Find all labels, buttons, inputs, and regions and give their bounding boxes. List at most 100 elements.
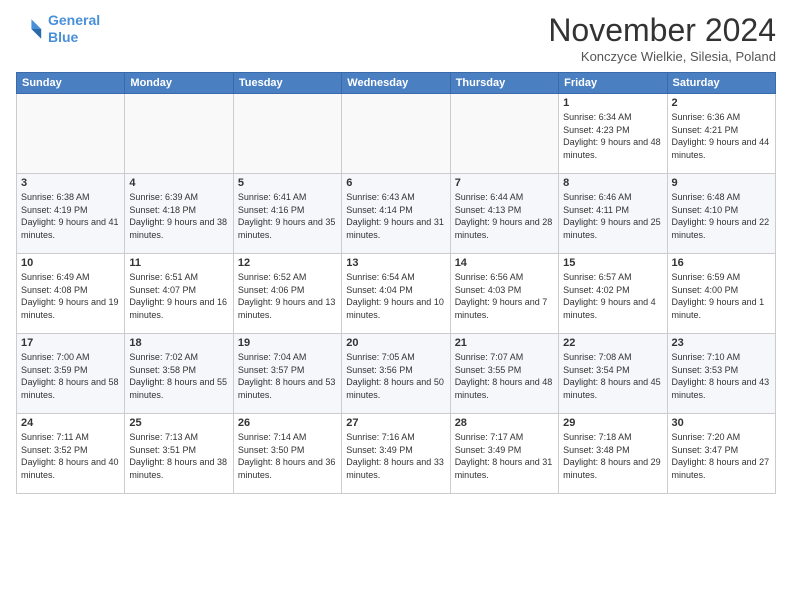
calendar-day-11: 11 Sunrise: 6:51 AM Sunset: 4:07 PM Dayli…	[125, 254, 233, 334]
day-number: 27	[346, 417, 445, 429]
day-info: Sunrise: 6:41 AM Sunset: 4:16 PM Dayligh…	[238, 191, 337, 241]
day-info: Sunrise: 6:34 AM Sunset: 4:23 PM Dayligh…	[563, 111, 662, 161]
calendar-header-thursday: Thursday	[450, 73, 558, 94]
calendar-day-29: 29Sunrise: 7:18 AM Sunset: 3:48 PM Dayli…	[559, 414, 667, 494]
day-info: Sunrise: 6:54 AM Sunset: 4:04 PM Dayligh…	[346, 271, 445, 321]
day-number: 5	[238, 177, 337, 189]
logo-text: General Blue	[48, 12, 100, 46]
day-number: 2	[672, 97, 771, 109]
calendar-day-15: 15 Sunrise: 6:57 AM Sunset: 4:02 PM Dayli…	[559, 254, 667, 334]
calendar-day-13: 13Sunrise: 6:54 AM Sunset: 4:04 PM Dayli…	[342, 254, 450, 334]
location: Konczyce Wielkie, Silesia, Poland	[548, 49, 776, 64]
calendar-day-28: 28 Sunrise: 7:17 AM Sunset: 3:49 PM Dayli…	[450, 414, 558, 494]
calendar-day-17: 17 Sunrise: 7:00 AM Sunset: 3:59 PM Dayli…	[17, 334, 125, 414]
calendar-day-7: 7 Sunrise: 6:44 AM Sunset: 4:13 PM Daylig…	[450, 174, 558, 254]
day-number: 29	[563, 417, 662, 429]
day-number: 24	[21, 417, 120, 429]
calendar-day-24: 24Sunrise: 7:11 AM Sunset: 3:52 PM Dayli…	[17, 414, 125, 494]
day-info: Sunrise: 6:49 AM Sunset: 4:08 PM Dayligh…	[21, 271, 120, 321]
calendar-day-4: 4Sunrise: 6:39 AM Sunset: 4:18 PM Daylig…	[125, 174, 233, 254]
day-number: 3	[21, 177, 120, 189]
day-number: 6	[346, 177, 445, 189]
calendar-day-18: 18Sunrise: 7:02 AM Sunset: 3:58 PM Dayli…	[125, 334, 233, 414]
calendar-day-empty-1	[125, 94, 233, 174]
calendar-day-21: 21 Sunrise: 7:07 AM Sunset: 3:55 PM Dayli…	[450, 334, 558, 414]
logo-line2: Blue	[48, 29, 78, 45]
calendar-week-2: 10Sunrise: 6:49 AM Sunset: 4:08 PM Dayli…	[17, 254, 776, 334]
calendar-week-4: 24Sunrise: 7:11 AM Sunset: 3:52 PM Dayli…	[17, 414, 776, 494]
day-info: Sunrise: 6:46 AM Sunset: 4:11 PM Dayligh…	[563, 191, 662, 241]
day-info: Sunrise: 7:10 AM Sunset: 3:53 PM Dayligh…	[672, 351, 771, 401]
calendar-day-3: 3Sunrise: 6:38 AM Sunset: 4:19 PM Daylig…	[17, 174, 125, 254]
day-info: Sunrise: 7:13 AM Sunset: 3:51 PM Dayligh…	[129, 431, 228, 481]
calendar: SundayMondayTuesdayWednesdayThursdayFrid…	[16, 72, 776, 494]
calendar-day-empty-3	[342, 94, 450, 174]
day-number: 21	[455, 337, 554, 349]
day-info: Sunrise: 7:17 AM Sunset: 3:49 PM Dayligh…	[455, 431, 554, 481]
calendar-day-16: 16 Sunrise: 6:59 AM Sunset: 4:00 PM Dayli…	[667, 254, 775, 334]
page: General Blue November 2024 Konczyce Wiel…	[0, 0, 792, 612]
day-info: Sunrise: 6:56 AM Sunset: 4:03 PM Dayligh…	[455, 271, 554, 321]
logo-icon	[16, 15, 44, 43]
day-number: 25	[129, 417, 228, 429]
calendar-day-empty-2	[233, 94, 341, 174]
calendar-header-friday: Friday	[559, 73, 667, 94]
day-info: Sunrise: 6:36 AM Sunset: 4:21 PM Dayligh…	[672, 111, 771, 161]
day-number: 19	[238, 337, 337, 349]
day-info: Sunrise: 7:14 AM Sunset: 3:50 PM Dayligh…	[238, 431, 337, 481]
day-info: Sunrise: 6:51 AM Sunset: 4:07 PM Dayligh…	[129, 271, 228, 321]
day-info: Sunrise: 6:57 AM Sunset: 4:02 PM Dayligh…	[563, 271, 662, 321]
logo-line1: General	[48, 12, 100, 28]
day-number: 8	[563, 177, 662, 189]
day-info: Sunrise: 7:04 AM Sunset: 3:57 PM Dayligh…	[238, 351, 337, 401]
calendar-header-saturday: Saturday	[667, 73, 775, 94]
day-info: Sunrise: 7:07 AM Sunset: 3:55 PM Dayligh…	[455, 351, 554, 401]
calendar-day-23: 23 Sunrise: 7:10 AM Sunset: 3:53 PM Dayli…	[667, 334, 775, 414]
calendar-day-9: 9 Sunrise: 6:48 AM Sunset: 4:10 PM Daylig…	[667, 174, 775, 254]
calendar-day-6: 6 Sunrise: 6:43 AM Sunset: 4:14 PM Daylig…	[342, 174, 450, 254]
calendar-day-26: 26Sunrise: 7:14 AM Sunset: 3:50 PM Dayli…	[233, 414, 341, 494]
calendar-day-27: 27Sunrise: 7:16 AM Sunset: 3:49 PM Dayli…	[342, 414, 450, 494]
day-info: Sunrise: 6:44 AM Sunset: 4:13 PM Dayligh…	[455, 191, 554, 241]
day-number: 30	[672, 417, 771, 429]
day-number: 4	[129, 177, 228, 189]
logo: General Blue	[16, 12, 100, 46]
title-block: November 2024 Konczyce Wielkie, Silesia,…	[548, 12, 776, 64]
calendar-header-sunday: Sunday	[17, 73, 125, 94]
calendar-day-20: 20Sunrise: 7:05 AM Sunset: 3:56 PM Dayli…	[342, 334, 450, 414]
day-number: 20	[346, 337, 445, 349]
day-number: 15	[563, 257, 662, 269]
calendar-day-25: 25 Sunrise: 7:13 AM Sunset: 3:51 PM Dayli…	[125, 414, 233, 494]
day-number: 7	[455, 177, 554, 189]
calendar-week-0: 1 Sunrise: 6:34 AM Sunset: 4:23 PM Daylig…	[17, 94, 776, 174]
header: General Blue November 2024 Konczyce Wiel…	[16, 12, 776, 64]
day-number: 11	[129, 257, 228, 269]
calendar-day-empty-4	[450, 94, 558, 174]
calendar-day-14: 14 Sunrise: 6:56 AM Sunset: 4:03 PM Dayli…	[450, 254, 558, 334]
day-number: 23	[672, 337, 771, 349]
day-number: 12	[238, 257, 337, 269]
calendar-header-monday: Monday	[125, 73, 233, 94]
day-number: 16	[672, 257, 771, 269]
day-number: 1	[563, 97, 662, 109]
day-number: 9	[672, 177, 771, 189]
day-info: Sunrise: 6:48 AM Sunset: 4:10 PM Dayligh…	[672, 191, 771, 241]
day-number: 17	[21, 337, 120, 349]
month-title: November 2024	[548, 12, 776, 49]
day-number: 14	[455, 257, 554, 269]
calendar-header-tuesday: Tuesday	[233, 73, 341, 94]
calendar-day-empty-0	[17, 94, 125, 174]
day-info: Sunrise: 6:52 AM Sunset: 4:06 PM Dayligh…	[238, 271, 337, 321]
calendar-day-19: 19 Sunrise: 7:04 AM Sunset: 3:57 PM Dayli…	[233, 334, 341, 414]
calendar-day-2: 2 Sunrise: 6:36 AM Sunset: 4:21 PM Daylig…	[667, 94, 775, 174]
calendar-day-22: 22Sunrise: 7:08 AM Sunset: 3:54 PM Dayli…	[559, 334, 667, 414]
day-info: Sunrise: 6:43 AM Sunset: 4:14 PM Dayligh…	[346, 191, 445, 241]
day-number: 18	[129, 337, 228, 349]
day-number: 28	[455, 417, 554, 429]
calendar-day-1: 1 Sunrise: 6:34 AM Sunset: 4:23 PM Daylig…	[559, 94, 667, 174]
day-info: Sunrise: 7:00 AM Sunset: 3:59 PM Dayligh…	[21, 351, 120, 401]
day-info: Sunrise: 7:08 AM Sunset: 3:54 PM Dayligh…	[563, 351, 662, 401]
calendar-header-wednesday: Wednesday	[342, 73, 450, 94]
calendar-week-3: 17 Sunrise: 7:00 AM Sunset: 3:59 PM Dayli…	[17, 334, 776, 414]
day-info: Sunrise: 6:59 AM Sunset: 4:00 PM Dayligh…	[672, 271, 771, 321]
